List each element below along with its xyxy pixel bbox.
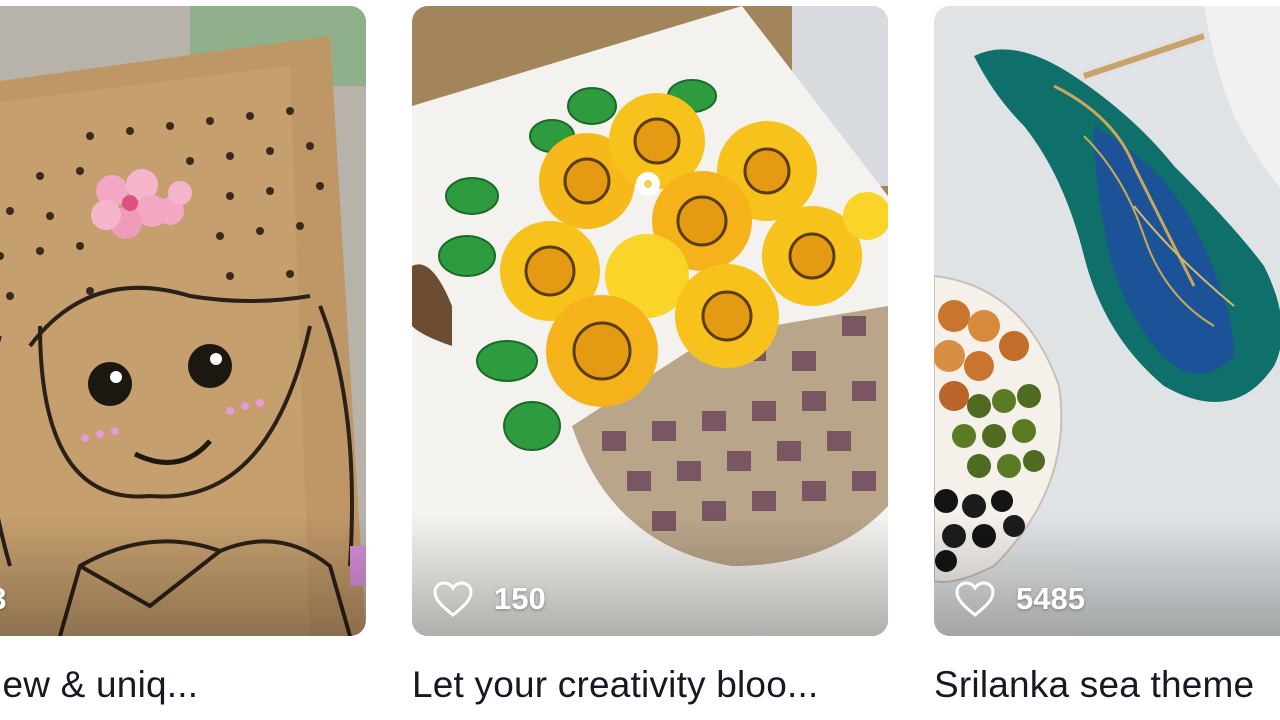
heart-outline-icon[interactable] <box>432 580 474 618</box>
video-thumbnail[interactable]: 150 <box>412 6 888 636</box>
thumbnail-gradient <box>0 516 366 636</box>
video-title[interactable]: Srilanka sea theme <box>934 664 1280 706</box>
video-thumbnail[interactable]: 13 <box>0 6 366 636</box>
like-count-overlay: 13 <box>0 580 6 618</box>
video-card[interactable]: 13 thing new & uniq... <box>0 6 366 706</box>
like-count: 5485 <box>1016 581 1085 616</box>
thumbnail-gradient <box>412 516 888 636</box>
like-count: 13 <box>0 581 6 617</box>
like-count: 150 <box>494 581 546 616</box>
video-thumbnail[interactable]: 5485 <box>934 6 1280 636</box>
video-title[interactable]: thing new & uniq... <box>0 664 366 706</box>
heart-outline-icon[interactable] <box>954 580 996 618</box>
video-card[interactable]: 150 Let your creativity bloo... <box>412 6 888 706</box>
video-title[interactable]: Let your creativity bloo... <box>412 664 888 706</box>
video-feed-row: 13 thing new & uniq... <box>0 0 1280 720</box>
like-count-overlay: 5485 <box>954 580 1085 618</box>
video-card[interactable]: 5485 Srilanka sea theme <box>934 6 1280 706</box>
like-count-overlay: 150 <box>432 580 546 618</box>
thumbnail-gradient <box>934 516 1280 636</box>
